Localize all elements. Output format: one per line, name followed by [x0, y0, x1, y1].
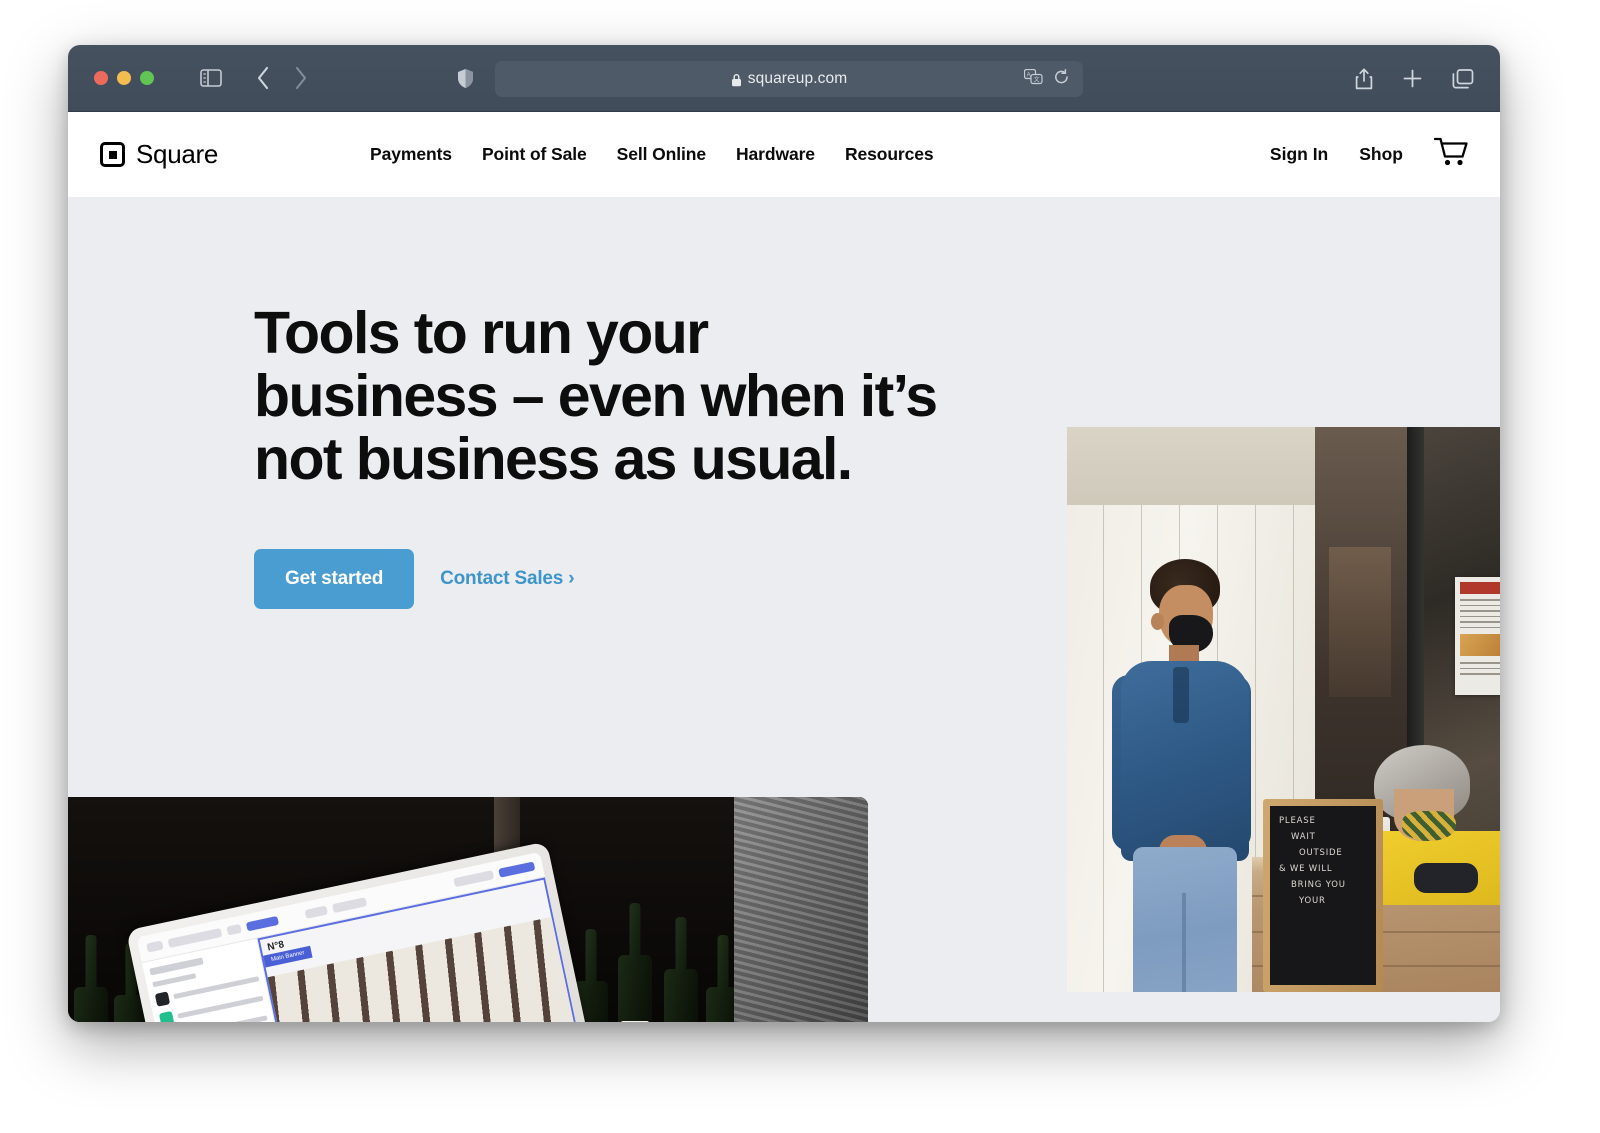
- contact-sales-link[interactable]: Contact Sales ›: [440, 568, 574, 590]
- hero-title: Tools to run your business – even when i…: [254, 300, 954, 493]
- chalkboard-line: & we will: [1279, 864, 1333, 874]
- privacy-report-button[interactable]: [457, 45, 474, 112]
- nav-item-point-of-sale[interactable]: Point of Sale: [482, 144, 587, 165]
- shopping-cart-icon[interactable]: [1433, 137, 1468, 172]
- sign-in-link[interactable]: Sign In: [1270, 144, 1328, 165]
- forward-button[interactable]: [294, 66, 308, 90]
- posted-menu: [1455, 577, 1500, 695]
- chalkboard-line: Please: [1279, 816, 1316, 826]
- close-window-button[interactable]: [94, 71, 108, 85]
- chalkboard-line: bring you: [1291, 880, 1346, 890]
- nav-item-sell-online[interactable]: Sell Online: [617, 144, 706, 165]
- glove: [1414, 863, 1478, 893]
- chalkboard-line: wait: [1291, 832, 1316, 842]
- hero-section: Tools to run your business – even when i…: [68, 197, 1500, 1022]
- site-header: Square Payments Point of Sale Sell Onlin…: [68, 112, 1500, 197]
- page-viewport: Square Payments Point of Sale Sell Onlin…: [68, 112, 1500, 1022]
- nav-item-resources[interactable]: Resources: [845, 144, 934, 165]
- brand-name: Square: [136, 139, 219, 169]
- translate-icon[interactable]: A 文: [1023, 68, 1043, 90]
- minimize-window-button[interactable]: [117, 71, 131, 85]
- hero-copy: Tools to run your business – even when i…: [254, 300, 954, 610]
- header-actions: Sign In Shop: [1270, 137, 1468, 172]
- face-mask: [1402, 811, 1456, 841]
- browser-window: squareup.com A 文 Square Payments Point o…: [68, 45, 1500, 1022]
- maximize-window-button[interactable]: [140, 71, 154, 85]
- customer-figure: [1107, 559, 1257, 992]
- window-controls: [94, 71, 154, 85]
- hero-title-line-1: Tools to run your: [254, 300, 709, 366]
- wineshop-photo: N°8 Main Banner: [68, 797, 868, 1022]
- new-tab-icon[interactable]: [1403, 69, 1422, 88]
- hero-cta-group: Get started Contact Sales ›: [254, 549, 954, 610]
- toolbar-actions: [1355, 45, 1474, 112]
- brand-logo[interactable]: Square: [100, 139, 218, 170]
- browser-toolbar: squareup.com A 文: [68, 45, 1500, 112]
- tab-overview-icon[interactable]: [1452, 68, 1474, 89]
- shop-link[interactable]: Shop: [1359, 144, 1403, 165]
- square-logo-icon: [100, 142, 125, 167]
- reload-icon[interactable]: [1054, 68, 1069, 90]
- chalkboard-line: outside: [1299, 848, 1343, 858]
- person-sweater: [734, 797, 868, 1022]
- nav-item-payments[interactable]: Payments: [370, 144, 452, 165]
- svg-text:文: 文: [1034, 75, 1040, 83]
- svg-text:A: A: [1027, 72, 1031, 78]
- chalkboard-sign: Please wait outside & we will bring you …: [1263, 799, 1383, 992]
- main-navigation: Payments Point of Sale Sell Online Hardw…: [370, 144, 934, 165]
- hero-title-line-2: business – even when it’s: [254, 363, 938, 430]
- hero-title-line-3: not business as usual.: [254, 426, 853, 493]
- sidebar-icon[interactable]: [200, 69, 222, 87]
- chalkboard-line: your: [1299, 896, 1326, 906]
- address-bar-actions: A 文: [1023, 61, 1069, 97]
- address-bar[interactable]: squareup.com A 文: [495, 61, 1083, 97]
- nav-item-hardware[interactable]: Hardware: [736, 144, 815, 165]
- storefront-photo: Please wait outside & we will bring you …: [1067, 427, 1500, 992]
- lock-icon: [731, 73, 741, 86]
- share-icon[interactable]: [1355, 68, 1373, 90]
- get-started-button[interactable]: Get started: [254, 549, 415, 610]
- back-button[interactable]: [256, 66, 270, 90]
- address-bar-text: squareup.com: [747, 70, 848, 87]
